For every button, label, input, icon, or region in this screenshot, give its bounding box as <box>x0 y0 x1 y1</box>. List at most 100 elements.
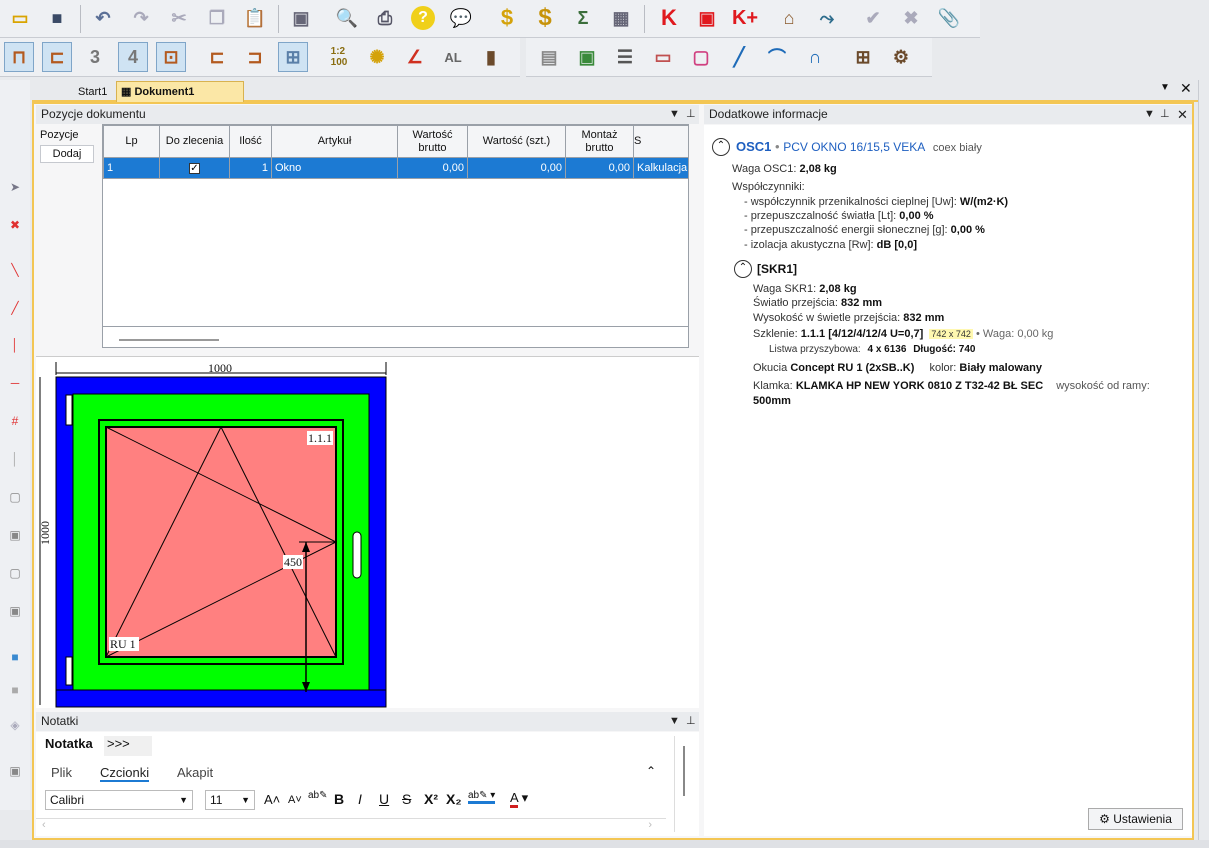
column-header-wartosc-szt[interactable]: Wartość (szt.) <box>467 125 566 158</box>
notes-hscrollbar[interactable]: ‹ › <box>36 818 666 834</box>
grow-font-icon[interactable]: A˄ <box>264 792 280 807</box>
tabs-dropdown-icon[interactable]: ▼ <box>1160 82 1170 93</box>
subscript-icon[interactable]: X₂ <box>446 791 462 807</box>
column-header-montaz-brutto[interactable]: Montaż brutto <box>565 125 634 158</box>
blinds-icon[interactable]: ☰ <box>610 42 640 72</box>
cell-montaz-brutto[interactable]: 0,00 <box>565 157 634 179</box>
ribbon-collapse-icon[interactable]: ⌃ <box>646 764 656 778</box>
add-frame-icon[interactable]: ▣ <box>692 3 722 33</box>
sum-icon[interactable]: Σ <box>568 3 598 33</box>
highlight-icon[interactable]: ab✎ ▾ <box>468 790 496 804</box>
info-dropdown-icon[interactable]: ▼ <box>1144 105 1155 124</box>
osc-collapse-icon[interactable]: ⌃ <box>712 138 730 156</box>
rect2-icon[interactable]: ▣ <box>0 520 30 550</box>
grid-icon[interactable]: ⊞ <box>278 42 308 72</box>
cell-do-zlecenia[interactable]: ✓ <box>159 157 230 179</box>
clear-format-icon[interactable]: ab✎ <box>308 790 328 801</box>
help-icon[interactable]: ? <box>408 3 438 33</box>
horizontal-line-icon[interactable]: ─ <box>0 368 30 398</box>
column-header-wartosc-brutto[interactable]: Wartość brutto <box>397 125 468 158</box>
delete-icon[interactable]: ✖ <box>0 210 30 240</box>
fill-gray-icon[interactable]: ■ <box>0 675 30 705</box>
print-icon[interactable]: ⎙ <box>370 3 400 33</box>
cut-icon[interactable]: ✂ <box>164 3 194 33</box>
notes-vscrollbar[interactable] <box>674 736 692 832</box>
pattern-icon[interactable]: ◈ <box>0 710 30 740</box>
info-close-icon[interactable]: ✕ <box>1177 105 1188 124</box>
table-row[interactable]: 1 ✓ 1 Okno 0,00 0,00 0,00 Kalkulacja <box>103 157 688 179</box>
superscript-icon[interactable]: X² <box>424 791 438 807</box>
positions-dropdown-icon[interactable]: ▼ <box>669 105 680 124</box>
door-icon[interactable]: ▮ <box>476 42 506 72</box>
ribbon-tab-akapit[interactable]: Akapit <box>177 765 213 780</box>
diag-line-icon[interactable]: ╲ <box>0 255 30 285</box>
approve-icon[interactable]: ✔ <box>858 3 888 33</box>
view-4-icon[interactable]: 4 <box>118 42 148 72</box>
ribbon-tab-czcionki[interactable]: Czcionki <box>100 765 150 782</box>
ribbon-tab-plik[interactable]: Plik <box>51 765 72 780</box>
view-3-icon[interactable]: 3 <box>80 42 110 72</box>
notes-dropdown-icon[interactable]: ▼ <box>669 712 680 731</box>
frame-left-icon[interactable]: ⊏ <box>202 42 232 72</box>
rect3-icon[interactable]: ▢ <box>0 558 30 588</box>
save-icon[interactable]: ■ <box>42 3 72 33</box>
notes-tab-notatka[interactable]: Notatka <box>45 736 93 751</box>
divider-icon[interactable]: │ <box>0 444 30 474</box>
frame-right-icon[interactable]: ⊐ <box>240 42 270 72</box>
grid-line-icon[interactable]: # <box>0 406 30 436</box>
add-position-button[interactable]: Dodaj <box>40 145 94 163</box>
drawing-area[interactable]: 1000 1000 1.1.1 RU 1 450 <box>36 356 699 708</box>
rect4-icon[interactable]: ▣ <box>0 596 30 626</box>
italic-icon[interactable]: I <box>358 791 362 807</box>
sash-icon[interactable]: ⊡ <box>156 42 186 72</box>
house-icon[interactable]: ⌂ <box>774 3 804 33</box>
construction-icon[interactable]: ⊓ <box>4 42 34 72</box>
window-icon[interactable]: ▣ <box>286 3 316 33</box>
preview-icon[interactable]: 🔍 <box>332 3 362 33</box>
column-header-ilosc[interactable]: Ilość <box>229 125 272 158</box>
cell-s[interactable]: Kalkulacja <box>633 157 688 179</box>
cell-ilosc[interactable]: 1 <box>229 157 272 179</box>
settings-doc-icon[interactable]: ⚙ <box>886 42 916 72</box>
order-checkbox[interactable]: ✓ <box>189 163 200 174</box>
cell-artykul[interactable]: Okno <box>271 157 398 179</box>
arc-tool-icon[interactable]: ⌒ <box>762 42 792 72</box>
frame-small-icon[interactable]: ▣ <box>0 756 30 786</box>
underline-icon[interactable]: U <box>379 791 389 807</box>
select-arrow-icon[interactable]: ➤ <box>0 172 30 202</box>
profile-icon[interactable]: ⊏ <box>42 42 72 72</box>
font-color-icon[interactable]: A ▾ <box>510 790 528 808</box>
open-folder-icon[interactable]: ▭ <box>5 3 35 33</box>
skr-collapse-icon[interactable]: ⌃ <box>734 260 752 278</box>
cell-wartosc-szt[interactable]: 0,00 <box>467 157 566 179</box>
chat-icon[interactable]: 💬 <box>446 3 476 33</box>
attach-icon[interactable]: 📎 <box>934 3 964 33</box>
column-header-s[interactable]: S <box>633 125 688 158</box>
tab-dokument1[interactable]: ▦ Dokument1 <box>116 81 244 102</box>
vertical-line-icon[interactable]: │ <box>0 330 30 360</box>
diag-line2-icon[interactable]: ╱ <box>0 293 30 323</box>
split-icon[interactable]: ⤳ <box>812 3 842 33</box>
size-select[interactable]: 11 ▼ <box>205 790 255 810</box>
add-element-icon[interactable]: ⊞ <box>848 42 878 72</box>
notes-tab-more[interactable]: >>> <box>104 736 152 756</box>
notes-pin-icon[interactable]: ⊥ <box>686 712 696 731</box>
angle-icon[interactable]: ∠ <box>400 42 430 72</box>
rect1-icon[interactable]: ▢ <box>0 482 30 512</box>
line-tool-icon[interactable]: ╱ <box>724 42 754 72</box>
cell-wartosc-brutto[interactable]: 0,00 <box>397 157 468 179</box>
frame-pink-icon[interactable]: ▢ <box>686 42 716 72</box>
column-header-artykul[interactable]: Artykuł <box>271 125 398 158</box>
curve-tool-icon[interactable]: ∩ <box>800 42 830 72</box>
settings-button[interactable]: ⚙ Ustawienia <box>1088 808 1183 830</box>
redo-icon[interactable]: ↷ <box>126 3 156 33</box>
tab-start1[interactable]: Start1 <box>78 83 118 101</box>
scale-icon[interactable]: 1:2 100 <box>324 42 354 72</box>
dollar-icon[interactable]: $ <box>492 3 522 33</box>
text-icon[interactable]: AL <box>438 42 468 72</box>
sun-icon[interactable]: ✺ <box>362 42 392 72</box>
column-header-lp[interactable]: Lp <box>103 125 160 158</box>
undo-icon[interactable]: ↶ <box>88 3 118 33</box>
info-pin-icon[interactable]: ⊥ <box>1160 105 1170 124</box>
dollar-double-icon[interactable]: $ <box>530 3 560 33</box>
